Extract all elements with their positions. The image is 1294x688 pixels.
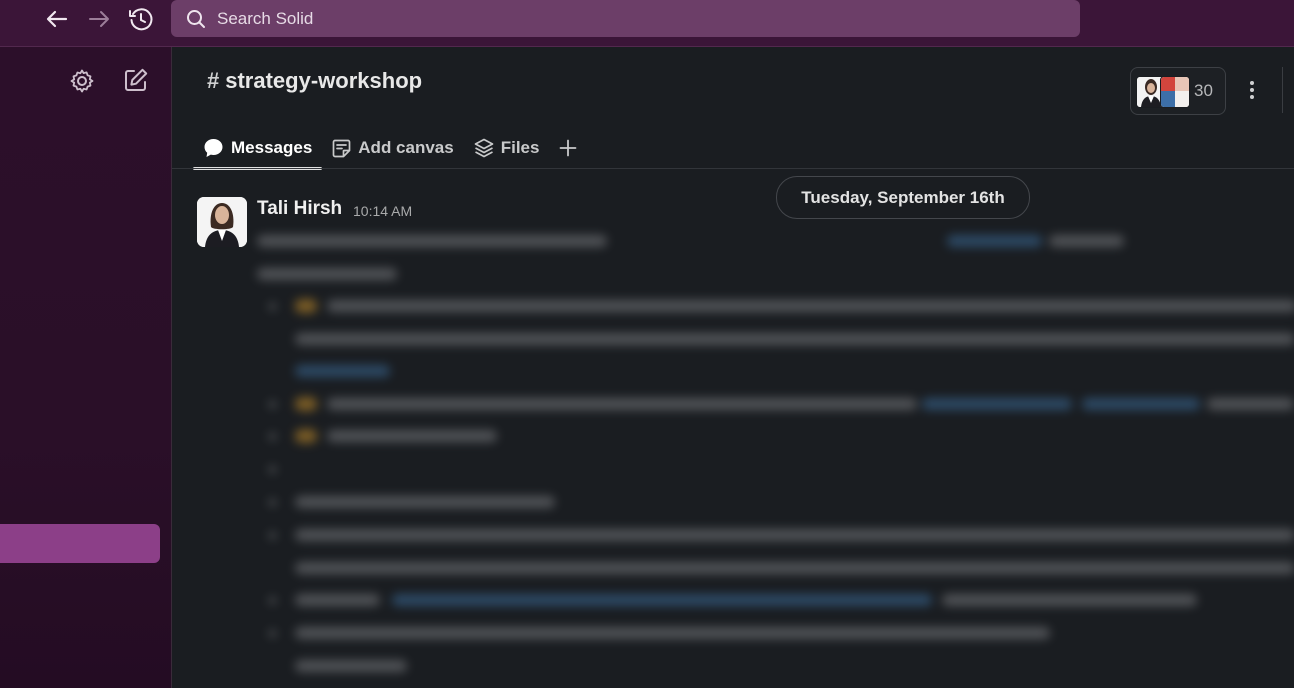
message-timestamp[interactable]: 10:14 AM <box>353 203 412 219</box>
channel-name: strategy-workshop <box>225 68 423 93</box>
blurred-text <box>327 398 917 410</box>
blurred-text <box>257 235 607 247</box>
tab-label: Add canvas <box>358 138 454 157</box>
bullet <box>269 433 276 440</box>
settings-button[interactable] <box>68 67 96 95</box>
compose-icon <box>125 68 148 91</box>
bullet <box>269 303 276 310</box>
blurred-emoji <box>295 299 317 313</box>
bullet <box>269 532 276 539</box>
channel-tabs: Messages Add canvas Files <box>193 123 587 170</box>
member-avatars <box>1136 74 1192 108</box>
blurred-text <box>295 660 407 672</box>
tab-label: Files <box>500 138 540 157</box>
blurred-text <box>327 430 497 442</box>
search-placeholder: Search Solid <box>217 8 314 28</box>
channel-title[interactable]: # strategy-workshop <box>207 68 422 94</box>
add-tab-button[interactable] <box>549 128 587 168</box>
blurred-text <box>1207 398 1294 410</box>
blurred-text <box>942 594 1197 606</box>
blurred-text <box>295 562 1294 574</box>
channel-more-button[interactable] <box>1242 77 1262 103</box>
search-icon <box>186 9 206 29</box>
member-count: 30 <box>1194 81 1213 100</box>
search-bar[interactable]: Search Solid <box>171 0 1080 37</box>
bullet <box>269 466 276 473</box>
blurred-text <box>327 300 1294 312</box>
message-author[interactable]: Tali Hirsh <box>257 198 342 220</box>
top-bar: Search Solid <box>0 0 1294 47</box>
compose-button[interactable] <box>122 66 150 94</box>
blurred-text <box>295 594 380 606</box>
blurred-text <box>1049 235 1124 247</box>
kebab-menu-icon <box>1250 81 1254 99</box>
gear-icon <box>70 69 94 93</box>
blurred-text <box>295 529 1294 541</box>
bullet <box>269 597 276 604</box>
tabs-divider <box>172 168 1294 169</box>
history-icon <box>129 8 153 31</box>
files-layers-icon <box>474 138 494 158</box>
canvas-icon <box>332 139 351 158</box>
tab-files[interactable]: Files <box>464 128 550 168</box>
tab-label: Messages <box>231 138 313 157</box>
history-button[interactable] <box>127 6 155 32</box>
sidebar-item-active-channel[interactable] <box>0 524 160 563</box>
message-body-blurred <box>257 233 1294 688</box>
avatar <box>1160 76 1190 108</box>
blurred-text <box>257 268 397 280</box>
blurred-link <box>922 398 1072 410</box>
bullet <box>269 499 276 506</box>
blurred-text <box>295 627 1050 639</box>
blurred-text <box>295 496 555 508</box>
back-arrow-icon <box>46 10 68 28</box>
blurred-text <box>295 333 1294 345</box>
forward-button[interactable] <box>85 6 113 32</box>
tab-add-canvas[interactable]: Add canvas <box>322 128 463 168</box>
tab-messages[interactable]: Messages <box>193 128 323 170</box>
channel-hash: # <box>207 68 220 93</box>
blurred-link <box>1082 398 1200 410</box>
channel-view: # strategy-workshop 30 Messages Add canv… <box>172 47 1294 688</box>
blurred-emoji <box>295 429 317 443</box>
date-divider[interactable]: Tuesday, September 16th <box>776 176 1030 219</box>
blurred-emoji <box>295 397 317 411</box>
sidebar <box>0 47 172 688</box>
plus-icon <box>560 139 577 157</box>
back-button[interactable] <box>43 6 71 32</box>
avatar[interactable] <box>197 197 247 247</box>
blurred-link <box>947 235 1042 247</box>
members-button[interactable]: 30 <box>1130 67 1226 115</box>
blurred-link <box>295 365 390 377</box>
forward-arrow-icon <box>89 11 109 27</box>
bullet <box>269 401 276 408</box>
chat-bubble-icon <box>203 138 224 158</box>
blurred-link <box>392 594 932 606</box>
header-divider <box>1282 67 1283 113</box>
bullet <box>269 630 276 637</box>
